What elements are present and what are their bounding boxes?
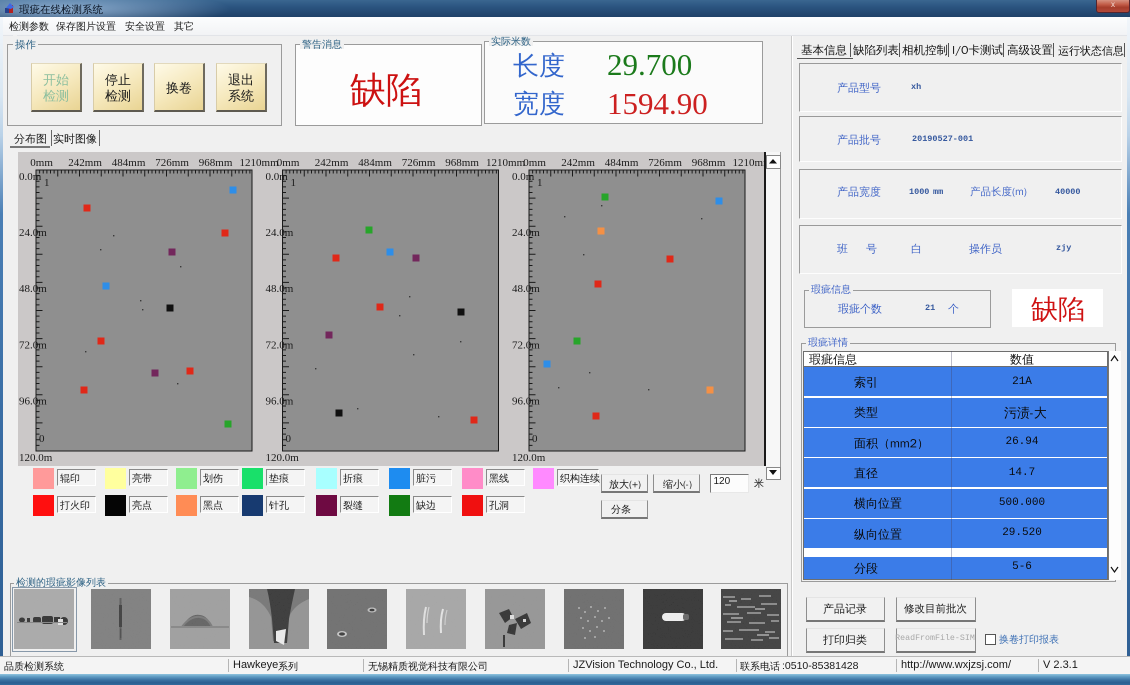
- svg-text:72.0m: 72.0m: [512, 339, 540, 351]
- svg-text:48.0m: 48.0m: [512, 283, 540, 295]
- svg-text:0mm: 0mm: [523, 157, 546, 169]
- svg-text:1: 1: [291, 177, 297, 189]
- svg-text:24.0m: 24.0m: [266, 227, 294, 239]
- svg-text:0mm: 0mm: [277, 157, 300, 169]
- svg-text:48.0m: 48.0m: [19, 283, 47, 295]
- svg-text:726mm: 726mm: [648, 157, 682, 169]
- svg-text:48.0m: 48.0m: [266, 283, 294, 295]
- svg-text:120.0m: 120.0m: [19, 452, 53, 464]
- svg-text:968mm: 968mm: [692, 157, 726, 169]
- svg-text:120.0m: 120.0m: [512, 452, 546, 464]
- svg-text:1: 1: [537, 177, 543, 189]
- svg-text:96.0m: 96.0m: [266, 396, 294, 408]
- svg-text:0.0m: 0.0m: [266, 171, 289, 183]
- svg-text:72.0m: 72.0m: [266, 339, 294, 351]
- svg-text:484mm: 484mm: [358, 157, 392, 169]
- svg-text:484mm: 484mm: [112, 157, 146, 169]
- svg-text:0: 0: [532, 433, 538, 445]
- svg-text:484mm: 484mm: [605, 157, 639, 169]
- svg-text:96.0m: 96.0m: [19, 396, 47, 408]
- svg-text:242mm: 242mm: [315, 157, 349, 169]
- svg-text:24.0m: 24.0m: [512, 227, 540, 239]
- svg-text:72.0m: 72.0m: [19, 339, 47, 351]
- svg-text:968mm: 968mm: [199, 157, 233, 169]
- svg-text:242mm: 242mm: [68, 157, 102, 169]
- svg-text:968mm: 968mm: [445, 157, 479, 169]
- svg-text:1: 1: [44, 177, 50, 189]
- svg-text:0.0m: 0.0m: [512, 171, 535, 183]
- svg-text:1210mm: 1210mm: [486, 157, 526, 169]
- svg-text:1210mm: 1210mm: [240, 157, 280, 169]
- svg-text:0: 0: [39, 433, 45, 445]
- svg-text:726mm: 726mm: [155, 157, 189, 169]
- svg-text:24.0m: 24.0m: [19, 227, 47, 239]
- svg-text:242mm: 242mm: [561, 157, 595, 169]
- svg-text:120.0m: 120.0m: [266, 452, 300, 464]
- svg-text:1210mm: 1210mm: [733, 157, 764, 169]
- svg-text:0: 0: [286, 433, 292, 445]
- svg-text:726mm: 726mm: [402, 157, 436, 169]
- svg-text:0.0m: 0.0m: [19, 171, 42, 183]
- svg-text:96.0m: 96.0m: [512, 396, 540, 408]
- svg-text:0mm: 0mm: [30, 157, 53, 169]
